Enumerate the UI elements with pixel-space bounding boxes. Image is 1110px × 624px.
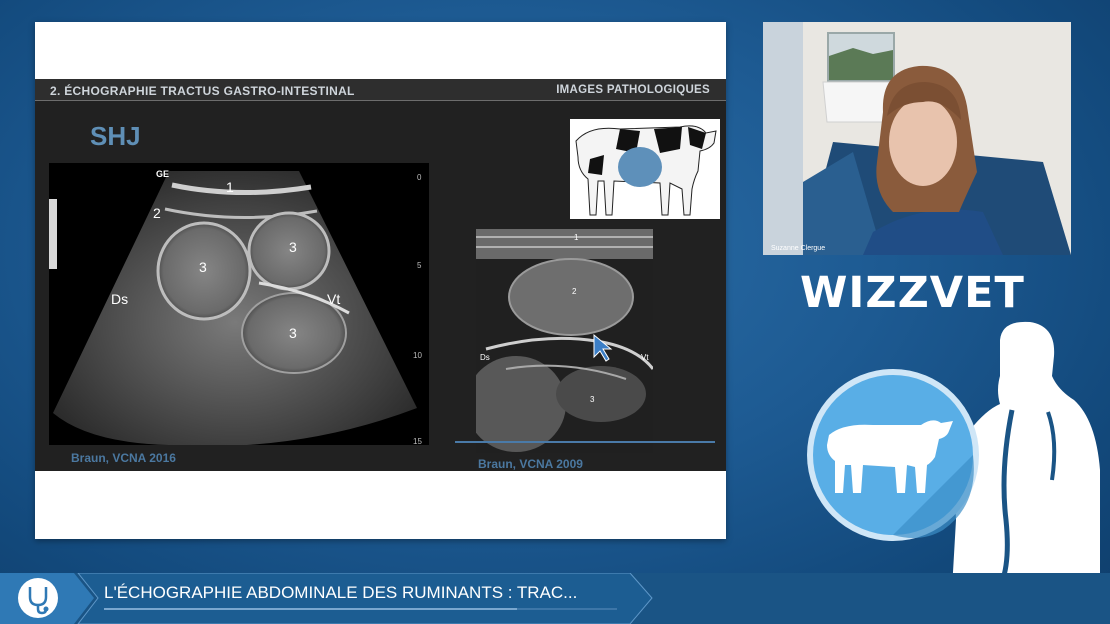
ge-logo: GE	[156, 169, 169, 179]
us2-label-vt: Vt	[641, 353, 649, 362]
scale-tick-0: 0	[417, 173, 422, 182]
webcam-image: Suzanne Clergue	[763, 22, 1071, 255]
us2-label-3: 3	[590, 395, 595, 404]
slide-topic-title: IMAGES PATHOLOGIQUES	[556, 84, 710, 96]
us1-label-2: 2	[153, 205, 161, 221]
us2-label-1: 1	[574, 233, 579, 242]
ultrasound-scan-1: GE	[49, 169, 417, 445]
slide-section-title: 2. ÉCHOGRAPHIE TRACTUS GASTRO-INTESTINAL	[50, 84, 355, 98]
ultrasound-scan-2	[476, 229, 653, 453]
slide-content-area: 2. ÉCHOGRAPHIE TRACTUS GASTRO-INTESTINAL…	[35, 79, 726, 471]
webcam-participant-name: Suzanne Clergue	[771, 245, 825, 252]
stage: 2. ÉCHOGRAPHIE TRACTUS GASTRO-INTESTINAL…	[0, 0, 1110, 624]
cow-circle-badge	[807, 369, 979, 541]
cow-photo	[570, 119, 720, 219]
scale-tick-5: 5	[417, 261, 422, 270]
brand-name: WIZZVET	[800, 268, 1025, 318]
us1-label-ds: Ds	[111, 291, 129, 307]
us2-label-ds: Ds	[480, 353, 490, 362]
us2-label-2: 2	[572, 287, 577, 296]
scale-tick-15: 15	[413, 437, 422, 445]
progress-line	[104, 608, 517, 610]
us1-label-3c: 3	[289, 325, 297, 341]
webcam-feed: Suzanne Clergue	[763, 22, 1071, 255]
presentation-slide: 2. ÉCHOGRAPHIE TRACTUS GASTRO-INTESTINAL…	[35, 22, 726, 539]
us1-label-vt: Vt	[327, 291, 341, 307]
slide-divider-line	[455, 441, 715, 443]
ultrasound-image-2: 1 2 Ds Vt 3	[476, 229, 653, 453]
ultrasound-image-1: GE 1 2 3 3 3 Ds Vt 0 5 10 15	[49, 163, 429, 445]
slide-title: SHJ	[90, 121, 141, 151]
citation-1: Braun, VCNA 2016	[71, 451, 176, 465]
scale-tick-10: 10	[413, 351, 422, 360]
video-title: L'ÉCHOGRAPHIE ABDOMINALE DES RUMINANTS :…	[104, 583, 578, 602]
us1-label-1: 1	[226, 179, 234, 195]
progress-line-remaining	[517, 608, 617, 610]
citation-2: Braun, VCNA 2009	[478, 457, 583, 471]
us1-label-3a: 3	[199, 259, 207, 275]
slide-header: 2. ÉCHOGRAPHIE TRACTUS GASTRO-INTESTINAL…	[35, 79, 726, 101]
us1-label-3b: 3	[289, 239, 297, 255]
